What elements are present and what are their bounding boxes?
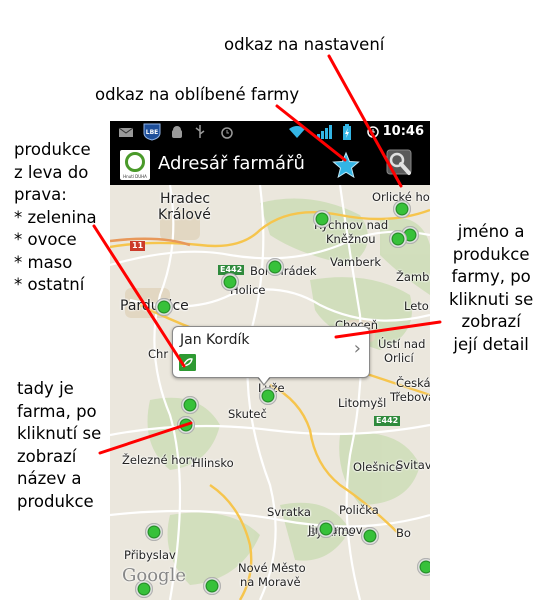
annotation-line: produkce [17,491,94,511]
action-bar: Hnutí DUHA Adresář farmářů [110,143,430,187]
farm-pin[interactable] [313,210,331,228]
annotation-line: kliknuti se [449,289,534,309]
place-label: Svratka [267,505,311,519]
place-label: Přibyslav [124,548,176,562]
road-number-badge: E442 [374,416,401,426]
annotation-farm-marker: tady je farma, po kliknutí se zobrazí ná… [17,378,101,513]
status-bar: LBE 10:46 [110,121,430,143]
other-icon [179,354,196,371]
lbe-shield-icon: LBE [143,123,161,141]
sync-icon [367,126,379,138]
farm-pin[interactable] [393,200,411,218]
place-label: Letol [404,299,430,313]
annotation-line: * ostatní [14,275,85,294]
battery-icon [343,124,351,140]
callout-tail-inner [254,371,274,384]
duha-ring-icon [125,152,145,172]
farm-pin[interactable] [417,558,430,576]
annotation-line: prava: [14,185,67,204]
place-label: Polička [339,503,379,517]
place-label: Chr [148,347,169,361]
farm-pin[interactable] [389,230,407,248]
phone-screen: LBE 10:46 Hnutí DUHA Adresář farmářů Hra… [110,121,430,600]
place-label: Litomyšl [338,396,387,410]
annotation-line: produkce [452,244,530,264]
place-label: Hlinsko [192,456,234,470]
app-logo: Hnutí DUHA [120,150,150,180]
farm-pin[interactable] [221,273,239,291]
google-logo: Google [122,565,186,586]
annotation-line: z leva do [14,162,89,182]
farm-pin[interactable] [155,298,173,316]
annotation-line: její detail [453,334,529,354]
star-icon [332,151,360,179]
place-label: Žamberk [396,270,430,284]
farm-name: Jan Kordík [180,332,250,348]
place-label: Vamberk [330,255,381,269]
annotation-line: jméno a [457,222,525,241]
place-label: Ústí nad [378,337,426,351]
wrench-search-icon [386,149,412,175]
place-label: Bo [396,526,411,540]
annotation-line: * zelenina [14,207,97,227]
place-label: Česká [396,376,430,390]
farm-pin[interactable] [145,523,163,541]
annotation-settings-link: odkaz na nastavení [224,34,384,57]
map-view[interactable]: Hradec Králové Rychnov nad Kněžnou Orlic… [110,185,430,600]
annotation-line: název a [17,469,82,488]
annotation-line: produkce [14,140,91,159]
place-label: Králové [158,207,211,223]
place-label: Hradec [160,191,211,207]
usb-icon [195,125,205,138]
favorites-button[interactable] [330,149,362,181]
place-label: Třebová [390,390,430,404]
lbe-badge-text: LBE [146,129,159,136]
wifi-icon [289,126,305,138]
settings-button[interactable] [384,147,416,181]
app-logo-caption: Hnutí DUHA [123,174,147,179]
place-label: Svitav [396,458,430,472]
android-debug-icon [172,126,182,138]
app-title: Adresář farmářů [158,153,305,174]
annotation-line: * ovoce [14,230,77,249]
alarm-icon [221,127,233,139]
annotation-line: farma, po [17,401,97,421]
farm-pin[interactable] [361,527,379,545]
place-label: na Moravě [240,575,301,589]
place-label: Olešnice [353,460,403,474]
place-label: Skuteč [228,407,267,421]
farm-pin[interactable] [317,520,335,538]
place-label: Železné hory [122,453,198,467]
annotation-line: farmy, po [451,267,531,286]
annotation-line: zobrazí [17,446,77,466]
annotation-favorites-link: odkaz na oblíbené farmy [95,84,299,107]
chevron-right-icon: › [353,338,361,359]
annotation-line: odkaz na oblíbené farmy [95,85,300,104]
annotation-name-and-products: jméno a produkce farmy, po kliknuti se z… [449,221,533,356]
place-label: Nové Město [238,561,306,575]
signal-icon [317,125,332,139]
place-label: Kněžnou [326,232,376,246]
farm-pin[interactable] [203,577,221,595]
annotation-line: kliknutí se [17,424,102,443]
annotation-line: odkaz na nastavení [224,35,385,54]
annotation-products: produkce z leva do prava: * zelenina * o… [14,139,97,297]
status-clock: 10:46 [382,124,424,139]
annotation-line: tady je [17,379,74,398]
place-label: Orlicí [384,351,414,365]
farm-pin[interactable] [259,387,277,405]
annotation-line: zobrazí [461,312,521,331]
farm-pin[interactable] [181,396,199,414]
farm-pin[interactable] [266,258,284,276]
farm-pin[interactable] [177,416,195,434]
road-number-badge: 11 [130,241,146,251]
mail-icon [118,127,134,137]
annotation-line: * maso [14,252,73,272]
